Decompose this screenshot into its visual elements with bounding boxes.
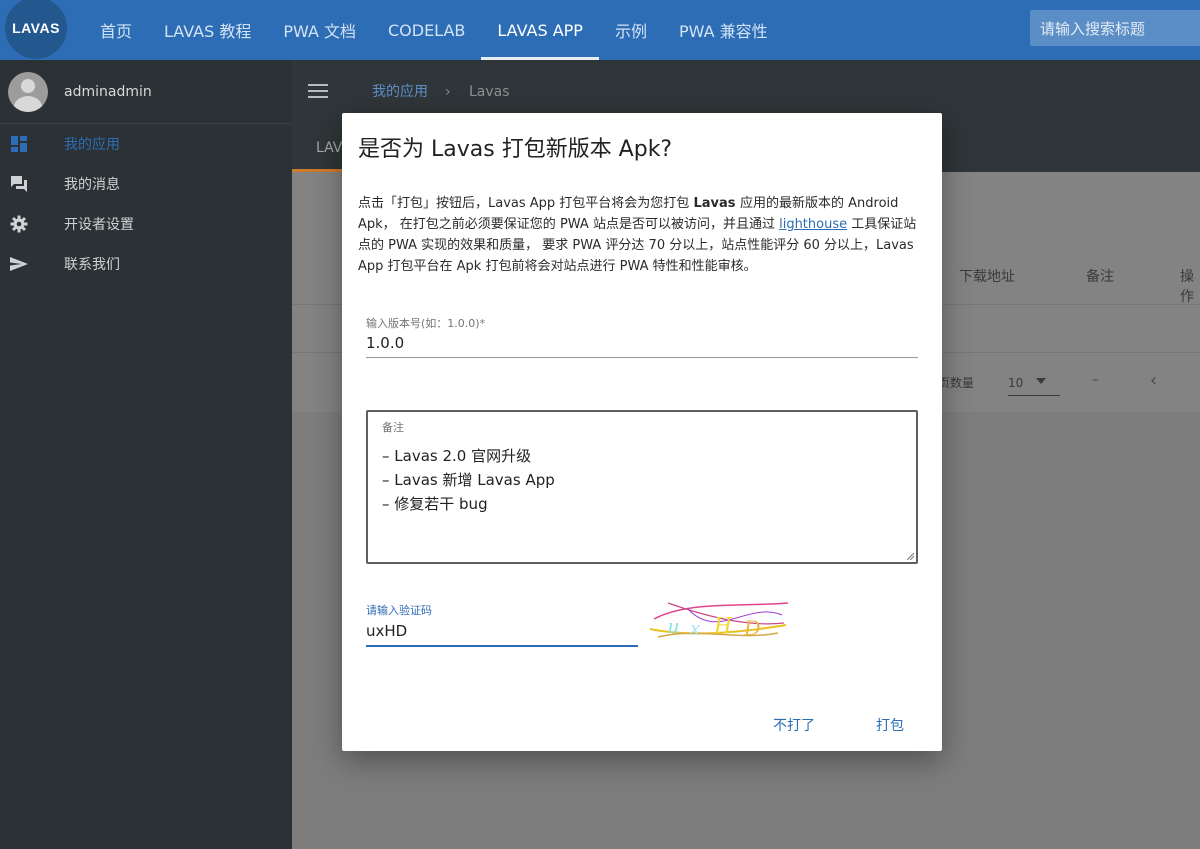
sidebar-item-label: 我的应用 — [64, 137, 120, 153]
notes-content: – Lavas 2.0 官网升级 – Lavas 新增 Lavas App – … — [382, 444, 555, 516]
avatar — [8, 71, 48, 112]
nav-lavas-tutorial[interactable]: LAVAS 教程 — [148, 0, 267, 60]
gear-icon — [10, 215, 28, 233]
notes-label: 备注 — [382, 421, 404, 434]
lavas-logo[interactable]: LAVAS — [5, 0, 67, 59]
version-input-underline — [366, 357, 918, 358]
note-line: – Lavas 新增 Lavas App — [382, 471, 555, 489]
nav-pwa-docs[interactable]: PWA 文档 — [267, 0, 372, 60]
captcha-input-underline — [366, 645, 638, 647]
svg-text:D: D — [743, 615, 760, 640]
breadcrumb-my-apps[interactable]: 我的应用 — [372, 84, 428, 100]
nav-examples[interactable]: 示例 — [599, 0, 663, 60]
nav-lavas-app[interactable]: LAVAS APP — [481, 0, 599, 60]
search-input[interactable]: 请输入搜索标题 — [1030, 10, 1200, 46]
version-input[interactable]: 1.0.0 — [366, 334, 404, 352]
svg-text:H: H — [713, 613, 733, 639]
column-download-url: 下载地址 — [959, 269, 1015, 285]
captcha-field-label: 请输入验证码 — [366, 604, 432, 617]
captcha-input[interactable]: uxHD — [366, 622, 407, 640]
send-icon — [10, 255, 28, 273]
breadcrumb-separator: › — [445, 84, 451, 100]
sidebar: adminadmin 我的应用 我的消息 开设者设置 联系我们 — [0, 60, 292, 849]
nav-home[interactable]: 首页 — [84, 0, 148, 60]
sidebar-item-contact-us[interactable]: 联系我们 — [0, 244, 292, 284]
nav-pwa-compat[interactable]: PWA 兼容性 — [663, 0, 784, 60]
chevron-down-icon — [1036, 378, 1046, 384]
prev-page-button[interactable]: ‹ — [1150, 370, 1157, 391]
user-profile[interactable]: adminadmin — [0, 60, 292, 124]
user-name: adminadmin — [64, 83, 152, 100]
top-nav-bar: LAVAS 首页 LAVAS 教程 PWA 文档 CODELAB LAVAS A… — [0, 0, 1200, 60]
rows-per-page-label: 页数量 — [938, 376, 975, 390]
note-line: – 修复若干 bug — [382, 495, 488, 513]
captcha-image[interactable]: u x H D — [648, 597, 790, 645]
sidebar-item-my-messages[interactable]: 我的消息 — [0, 164, 292, 204]
sidebar-item-label: 联系我们 — [64, 257, 120, 273]
sidebar-item-label: 我的消息 — [64, 177, 120, 193]
sidebar-item-my-apps[interactable]: 我的应用 — [0, 124, 292, 164]
chat-icon — [10, 175, 28, 193]
sidebar-item-developer-settings[interactable]: 开设者设置 — [0, 204, 292, 244]
desc-app-name: Lavas — [693, 196, 741, 211]
breadcrumb-current: Lavas — [469, 84, 510, 100]
svg-text:u: u — [668, 613, 679, 638]
cancel-button[interactable]: 不打了 — [773, 715, 815, 735]
tab-lavas[interactable]: LAV — [316, 140, 342, 156]
rows-per-page-select[interactable]: 10 — [1008, 370, 1060, 396]
menu-icon[interactable] — [308, 84, 328, 100]
desc-text: 点击「打包」按钮后，Lavas App 打包平台将会为您打包 — [358, 196, 694, 211]
page-range: – — [1092, 372, 1099, 388]
build-apk-dialog: 是否为 Lavas 打包新版本 Apk? 点击「打包」按钮后，Lavas App… — [342, 113, 942, 751]
build-button[interactable]: 打包 — [876, 715, 904, 735]
main-nav: 首页 LAVAS 教程 PWA 文档 CODELAB LAVAS APP 示例 … — [84, 0, 784, 60]
note-line: – Lavas 2.0 官网升级 — [382, 447, 532, 465]
dialog-title: 是否为 Lavas 打包新版本 Apk? — [358, 137, 673, 162]
nav-codelab[interactable]: CODELAB — [372, 0, 481, 60]
svg-text:x: x — [689, 615, 700, 640]
dashboard-icon — [10, 135, 28, 153]
column-actions: 操作 — [1180, 269, 1194, 305]
column-notes: 备注 — [1086, 269, 1114, 285]
notes-textarea[interactable]: 备注 – Lavas 2.0 官网升级 – Lavas 新增 Lavas App… — [366, 410, 918, 564]
resize-grip-icon[interactable] — [906, 552, 914, 560]
sidebar-item-label: 开设者设置 — [64, 217, 134, 233]
lighthouse-link[interactable]: lighthouse — [779, 217, 847, 232]
version-field-label: 输入版本号(如：1.0.0)* — [366, 317, 486, 330]
dialog-description: 点击「打包」按钮后，Lavas App 打包平台将会为您打包 Lavas 应用的… — [358, 193, 928, 277]
